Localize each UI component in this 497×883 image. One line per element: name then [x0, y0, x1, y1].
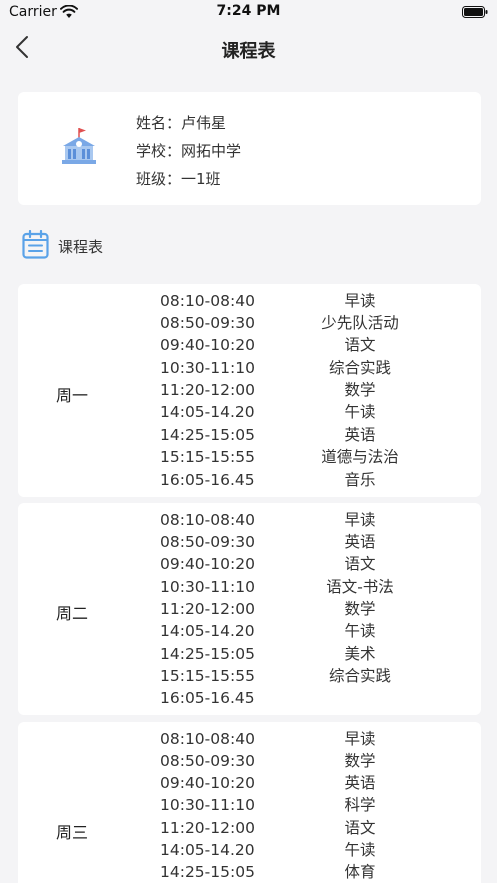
slot-subject: 数学	[344, 752, 376, 770]
time-slot-row: 16:05-16.45 音乐	[18, 469, 481, 491]
student-name: 卢伟星	[181, 114, 227, 132]
battery-icon	[462, 6, 488, 18]
slot-time: 14:05-14.20	[160, 403, 255, 421]
slot-subject: 语文-书法	[326, 578, 394, 596]
time-slot-row: 14:25-15:05 美术	[18, 643, 481, 665]
slot-time: 14:25-15:05	[160, 645, 255, 663]
student-class: 一1班	[181, 170, 221, 188]
time-slot-row: 09:40-10:20 语文	[18, 553, 481, 575]
time-slot-row: 11:20-12:00 数学	[18, 598, 481, 620]
slot-subject: 午读	[344, 622, 376, 640]
slot-time: 10:30-11:10	[160, 796, 255, 814]
calendar-icon	[22, 230, 49, 259]
slot-subject: 数学	[344, 600, 376, 618]
time-slot-row: 15:15-15:55 综合实践	[18, 665, 481, 687]
time-slot-row: 11:20-12:00 数学	[18, 379, 481, 401]
time-slot-row: 15:15-15:55 道德与法治	[18, 446, 481, 468]
time-slot-row: 14:05-14.20 午读	[18, 839, 481, 861]
time-slot-row: 10:30-11:10 综合实践	[18, 357, 481, 379]
slot-subject: 数学	[344, 381, 376, 399]
slot-subject: 音乐	[344, 471, 376, 489]
page-title: 课程表	[221, 41, 276, 62]
navigation-bar: 课程表	[0, 26, 497, 72]
section-title: 课程表	[58, 238, 104, 256]
class-label: 班级：	[136, 170, 182, 188]
slot-time: 08:10-08:40	[160, 730, 255, 748]
slot-time: 15:15-15:55	[160, 448, 255, 466]
time-slot-row: 11:20-12:00 语文	[18, 817, 481, 839]
time-slot-row: 09:40-10:20 英语	[18, 772, 481, 794]
slot-subject: 科学	[344, 796, 376, 814]
time-slot-row: 09:40-10:20 语文	[18, 334, 481, 356]
time-slot-row: 08:10-08:40 早读	[18, 509, 481, 531]
day-card-wednesday: 周三 08:10-08:40 早读 08:50-09:30 数学 09:40-10:…	[18, 722, 481, 883]
slot-time: 10:30-11:10	[160, 359, 255, 377]
slot-subject: 早读	[344, 730, 376, 748]
student-info-card: 姓名：卢伟星 学校：网拓中学 班级：一1班	[18, 92, 481, 205]
slot-subject: 午读	[344, 403, 376, 421]
time-slot-row: 08:50-09:30 英语	[18, 531, 481, 553]
slot-subject: 综合实践	[328, 667, 391, 685]
slot-subject: 英语	[344, 426, 376, 444]
slot-subject: 体育	[344, 863, 376, 881]
time-slot-row: 14:25-15:05 体育	[18, 861, 481, 883]
day-card-tuesday: 周二 08:10-08:40 早读 08:50-09:30 英语 09:40-10:…	[18, 503, 481, 715]
school-label: 学校：	[136, 142, 182, 160]
time-slot-row: 16:05-16.45	[18, 687, 481, 709]
time-slot-row: 08:50-09:30 数学	[18, 750, 481, 772]
student-school-row: 学校：网拓中学	[136, 140, 241, 161]
slot-subject: 语文	[344, 555, 376, 573]
slot-time: 11:20-12:00	[160, 819, 255, 837]
slot-time: 08:50-09:30	[160, 533, 255, 551]
slot-time: 15:15-15:55	[160, 667, 255, 685]
slot-time: 10:30-11:10	[160, 578, 255, 596]
slot-subject: 语文	[344, 819, 376, 837]
slot-time: 08:10-08:40	[160, 292, 255, 310]
slot-subject: 综合实践	[328, 359, 391, 377]
day-card-monday: 周一 08:10-08:40 早读 08:50-09:30 少先队活动 09:40-…	[18, 284, 481, 497]
school-building-icon	[62, 128, 96, 164]
time-slot-row: 14:05-14.20 午读	[18, 401, 481, 423]
status-bar: Carrier 7:24 PM	[0, 0, 497, 26]
slot-subject: 美术	[344, 645, 376, 663]
slot-time: 16:05-16.45	[160, 689, 255, 707]
slot-time: 11:20-12:00	[160, 600, 255, 618]
slot-time: 11:20-12:00	[160, 381, 255, 399]
time-slot-row: 10:30-11:10 语文-书法	[18, 576, 481, 598]
slot-time: 14:05-14.20	[160, 622, 255, 640]
slot-subject: 语文	[344, 336, 376, 354]
slot-subject: 道德与法治	[321, 448, 399, 466]
slot-subject: 午读	[344, 841, 376, 859]
student-school: 网拓中学	[181, 142, 242, 160]
time-slot-row: 08:50-09:30 少先队活动	[18, 312, 481, 334]
time-slot-row: 10:30-11:10 科学	[18, 794, 481, 816]
slot-time: 08:10-08:40	[160, 511, 255, 529]
slot-time: 14:25-15:05	[160, 863, 255, 881]
clock: 7:24 PM	[216, 3, 281, 19]
time-slot-row: 08:10-08:40 早读	[18, 290, 481, 312]
name-label: 姓名：	[136, 114, 182, 132]
slot-time: 09:40-10:20	[160, 336, 255, 354]
slot-time: 14:05-14.20	[160, 841, 255, 859]
slot-time: 09:40-10:20	[160, 774, 255, 792]
slot-subject: 早读	[344, 292, 376, 310]
time-slot-row: 14:25-15:05 英语	[18, 424, 481, 446]
time-slot-row: 08:10-08:40 早读	[18, 728, 481, 750]
slot-time: 14:25-15:05	[160, 426, 255, 444]
time-slot-row: 14:05-14.20 午读	[18, 620, 481, 642]
slot-subject: 英语	[344, 533, 376, 551]
slot-subject: 少先队活动	[321, 314, 399, 332]
slot-time: 08:50-09:30	[160, 752, 255, 770]
student-class-row: 班级：一1班	[136, 168, 221, 189]
slot-time: 09:40-10:20	[160, 555, 255, 573]
slot-subject: 英语	[344, 774, 376, 792]
slot-time: 08:50-09:30	[160, 314, 255, 332]
slot-subject: 早读	[344, 511, 376, 529]
student-name-row: 姓名：卢伟星	[136, 112, 226, 133]
slot-time: 16:05-16.45	[160, 471, 255, 489]
